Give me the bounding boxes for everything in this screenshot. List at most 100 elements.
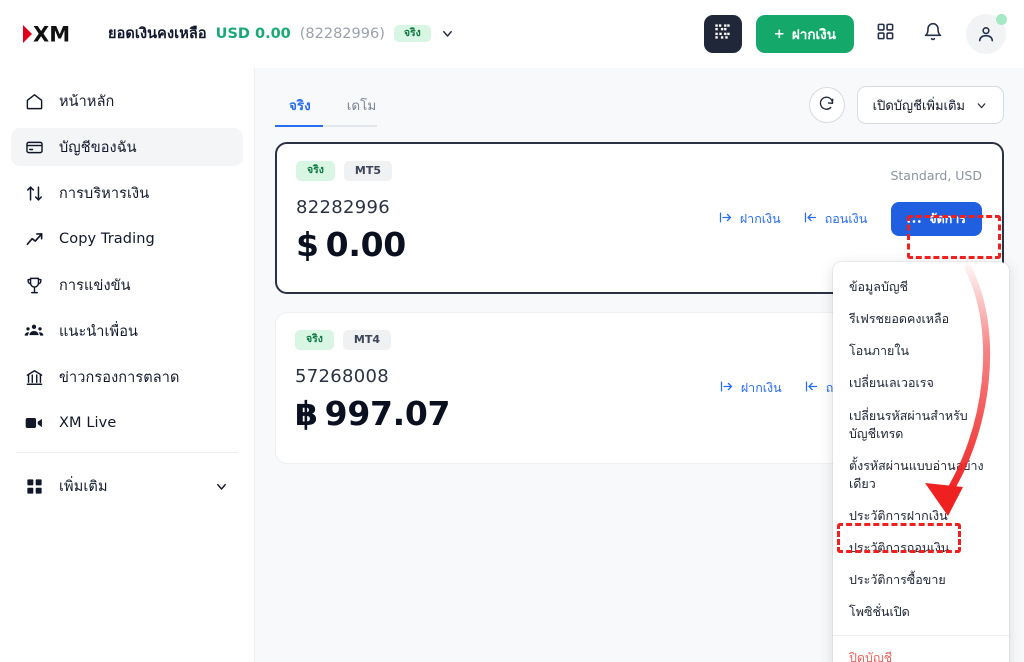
platform-badge: MT4 (342, 330, 392, 350)
menu-item-refresh-balance[interactable]: รีเฟรชยอดคงเหลือ (833, 303, 1009, 335)
sidebar-item-funds-management[interactable]: การบริหารเงิน (11, 174, 243, 212)
open-account-label: เปิดบัญชีเพิ่มเติม (872, 98, 965, 114)
chevron-down-icon (214, 479, 229, 494)
chevron-down-icon (975, 99, 988, 112)
arrow-out-icon (803, 210, 818, 228)
sidebar-item-refer-friend[interactable]: แนะนำเพื่อน (11, 312, 243, 350)
deposit-button[interactable]: + ฝากเงิน (755, 14, 854, 53)
manage-button[interactable]: จัดการ (891, 202, 982, 236)
sidebar-item-label: การบริหารเงิน (59, 185, 150, 202)
balance-summary[interactable]: ยอดเงินคงเหลือ USD 0.00 (82282996) จริง (108, 22, 455, 45)
home-icon (23, 92, 45, 111)
sidebar-nav: หน้าหลัก บัญชีของฉัน การบริหารเงิน Copy … (0, 68, 255, 662)
menu-divider (833, 634, 1009, 636)
sidebar-item-more[interactable]: เพิ่มเติม (11, 467, 243, 505)
people-group-icon (23, 321, 45, 341)
menu-item-account-info[interactable]: ข้อมูลบัญชี (833, 271, 1009, 303)
video-camera-icon (23, 413, 45, 433)
sidebar-item-label: ข่าวกรองการตลาด (59, 369, 180, 386)
deposit-link-label: ฝากเงิน (740, 380, 782, 395)
sidebar-divider (16, 452, 238, 453)
currency-symbol: $ (296, 225, 319, 264)
menu-item-deposit-history[interactable]: ประวัติการฝากเงิน (833, 500, 1009, 532)
sidebar-item-competitions[interactable]: การแข่งขัน (11, 266, 243, 304)
account-actions: ฝากเงิน ถอนเงิน จัดการ (718, 202, 982, 236)
platform-badge: MT5 (343, 161, 393, 181)
qr-code-icon (713, 22, 732, 45)
ellipsis-icon (907, 212, 921, 227)
refresh-icon (818, 95, 835, 116)
transfer-arrows-icon (23, 184, 45, 203)
menu-item-open-positions[interactable]: โพซิชั่นเปิด (833, 596, 1009, 628)
header-actions: + ฝากเงิน (703, 13, 1007, 54)
tab-demo[interactable]: เดโม (333, 90, 391, 129)
notifications-button[interactable] (916, 17, 950, 51)
open-additional-account-button[interactable]: เปิดบัญชีเพิ่มเติม (856, 86, 1004, 124)
menu-item-internal-transfer[interactable]: โอนภายใน (833, 335, 1009, 367)
balance-account-number: (82282996) (299, 25, 385, 42)
apps-grid-icon (876, 22, 895, 45)
sidebar-item-label: แนะนำเพื่อน (59, 323, 139, 340)
deposit-link-label: ฝากเงิน (739, 211, 781, 226)
apps-grid-button[interactable] (868, 17, 902, 51)
deposit-link[interactable]: ฝากเงิน (719, 378, 782, 398)
refresh-button[interactable] (808, 87, 845, 123)
status-indicator-dot (996, 13, 1007, 25)
balance-value: 0.00 (325, 225, 407, 264)
arrow-into-icon (719, 379, 734, 397)
xm-logo[interactable]: XM (22, 21, 78, 47)
trophy-icon (23, 276, 45, 295)
account-type-label: Standard, USD (890, 168, 982, 183)
sidebar-item-label: Copy Trading (59, 231, 155, 247)
account-tabs: จริง เดโม (275, 90, 390, 129)
sidebar-item-label: หน้าหลัก (59, 93, 115, 110)
balance-label: ยอดเงินคงเหลือ (108, 26, 207, 42)
svg-text:XM: XM (33, 22, 70, 46)
plus-icon: + (773, 25, 785, 42)
account-tools: เปิดบัญชีเพิ่มเติม (808, 86, 1004, 124)
withdraw-link-label: ถอนเงิน (824, 211, 868, 226)
sidebar-item-market-research[interactable]: ข่าวกรองการตลาด (11, 358, 243, 396)
tab-real[interactable]: จริง (275, 90, 325, 129)
tabs-underline (275, 125, 377, 127)
menu-item-change-trading-password[interactable]: เปลี่ยนรหัสผ่านสำหรับบัญชีเทรด (833, 400, 1009, 450)
trend-up-icon (23, 230, 45, 249)
sidebar-item-label: เพิ่มเติม (59, 478, 108, 495)
arrow-out-icon (804, 379, 819, 397)
notification-bell-icon (923, 22, 943, 46)
balance-amount: USD 0.00 (215, 25, 291, 42)
menu-item-set-readonly-password[interactable]: ตั้งรหัสผ่านแบบอ่านอย่างเดียว (833, 450, 1009, 500)
sidebar-item-xm-live[interactable]: XM Live (11, 404, 243, 442)
bank-building-icon (23, 368, 45, 387)
tabs-active-indicator (275, 125, 323, 127)
sidebar-item-my-accounts[interactable]: บัญชีของฉัน (11, 128, 243, 166)
qr-code-button[interactable] (703, 14, 742, 53)
arrow-into-icon (718, 210, 733, 228)
menu-item-close-account[interactable]: ปิดบัญชี (833, 642, 1009, 662)
top-header: XM ยอดเงินคงเหลือ USD 0.00 (82282996) จร… (0, 0, 1024, 68)
avatar[interactable] (966, 13, 1007, 54)
sidebar-item-home[interactable]: หน้าหลัก (11, 82, 243, 120)
menu-item-trading-history[interactable]: ประวัติการซื้อขาย (833, 564, 1009, 596)
grid-squares-icon (23, 477, 45, 496)
sidebar-item-copy-trading[interactable]: Copy Trading (11, 220, 243, 258)
currency-symbol: ฿ (295, 394, 318, 433)
manage-button-label: จัดการ (929, 211, 966, 226)
app-root: XM ยอดเงินคงเหลือ USD 0.00 (82282996) จร… (0, 0, 1024, 662)
chevron-down-icon[interactable] (440, 26, 455, 41)
header-account-type-pill: จริง (393, 24, 431, 43)
status-badge: จริง (296, 161, 335, 181)
status-badge: จริง (295, 330, 334, 350)
withdraw-link[interactable]: ถอนเงิน (803, 209, 868, 229)
account-tabs-bar: จริง เดโม เปิดบัญชีเพิ่มเติม (275, 86, 1004, 132)
balance-value: 997.07 (324, 394, 451, 433)
account-badges: จริง MT5 (296, 161, 983, 181)
sidebar-item-label: บัญชีของฉัน (59, 139, 137, 156)
manage-dropdown-menu: ข้อมูลบัญชี รีเฟรชยอดคงเหลือ โอนภายใน เป… (833, 262, 1009, 662)
menu-item-withdrawal-history[interactable]: ประวัติการถอนเงิน (833, 532, 1009, 564)
deposit-link[interactable]: ฝากเงิน (718, 209, 781, 229)
credit-card-icon (23, 138, 45, 157)
menu-item-change-leverage[interactable]: เปลี่ยนเลเวอเรจ (833, 367, 1009, 399)
sidebar-item-label: XM Live (59, 415, 117, 431)
sidebar-item-label: การแข่งขัน (59, 277, 131, 294)
